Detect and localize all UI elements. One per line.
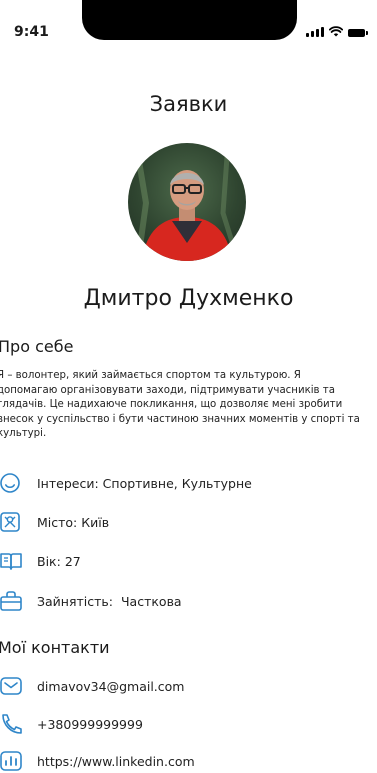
- email-link[interactable]: dimavov34@gmail.com: [37, 679, 184, 694]
- device-notch: [82, 0, 297, 40]
- age-value: 27: [64, 553, 81, 569]
- city-value: Київ: [81, 514, 110, 530]
- linkedin-row[interactable]: https://www.linkedin.com: [0, 749, 195, 773]
- status-icons: [306, 26, 368, 37]
- wifi-icon: [329, 26, 343, 37]
- email-row[interactable]: dimavov34@gmail.com: [0, 674, 184, 698]
- map-icon: [0, 512, 20, 532]
- age-row: Вік: 27: [0, 549, 81, 573]
- interests-label: Інтереси:: [37, 475, 99, 491]
- city-label: Місто:: [37, 514, 78, 530]
- age-label: Вік:: [37, 553, 61, 569]
- phone-link[interactable]: +380999999999: [37, 717, 143, 732]
- about-text: Я – волонтер, який займається спортом та…: [0, 370, 360, 440]
- avatar[interactable]: [128, 143, 246, 261]
- bag-icon: [0, 591, 22, 611]
- battery-icon: [348, 29, 368, 37]
- avatar-portrait: [133, 143, 241, 261]
- phone-icon: [2, 714, 22, 734]
- contacts-section-title: Мої контакти: [0, 638, 110, 657]
- page-title: Заявки: [149, 92, 228, 116]
- interests-row: Інтереси: Спортивне, Культурне: [0, 471, 252, 495]
- mail-icon: [0, 677, 22, 695]
- status-time: 9:41: [14, 24, 49, 40]
- phone-row[interactable]: +380999999999: [0, 712, 143, 736]
- status-bar: 9:41: [0, 0, 377, 56]
- about-section-title: Про себе: [0, 337, 74, 356]
- signal-icon: [306, 27, 324, 37]
- book-icon: [0, 553, 22, 570]
- employment-value: Часткова: [120, 593, 182, 609]
- employment-row: Зайнятість: Часткова: [0, 589, 182, 613]
- linkedin-link[interactable]: https://www.linkedin.com: [37, 754, 195, 769]
- chart-icon: [0, 751, 22, 771]
- interests-value: Спортивне, Культурне: [102, 475, 252, 491]
- city-row: Місто: Київ: [0, 510, 109, 534]
- employment-label: Зайнятість:: [37, 593, 113, 609]
- smile-icon: [0, 473, 20, 493]
- profile-name: Дмитро Духменко: [83, 286, 294, 311]
